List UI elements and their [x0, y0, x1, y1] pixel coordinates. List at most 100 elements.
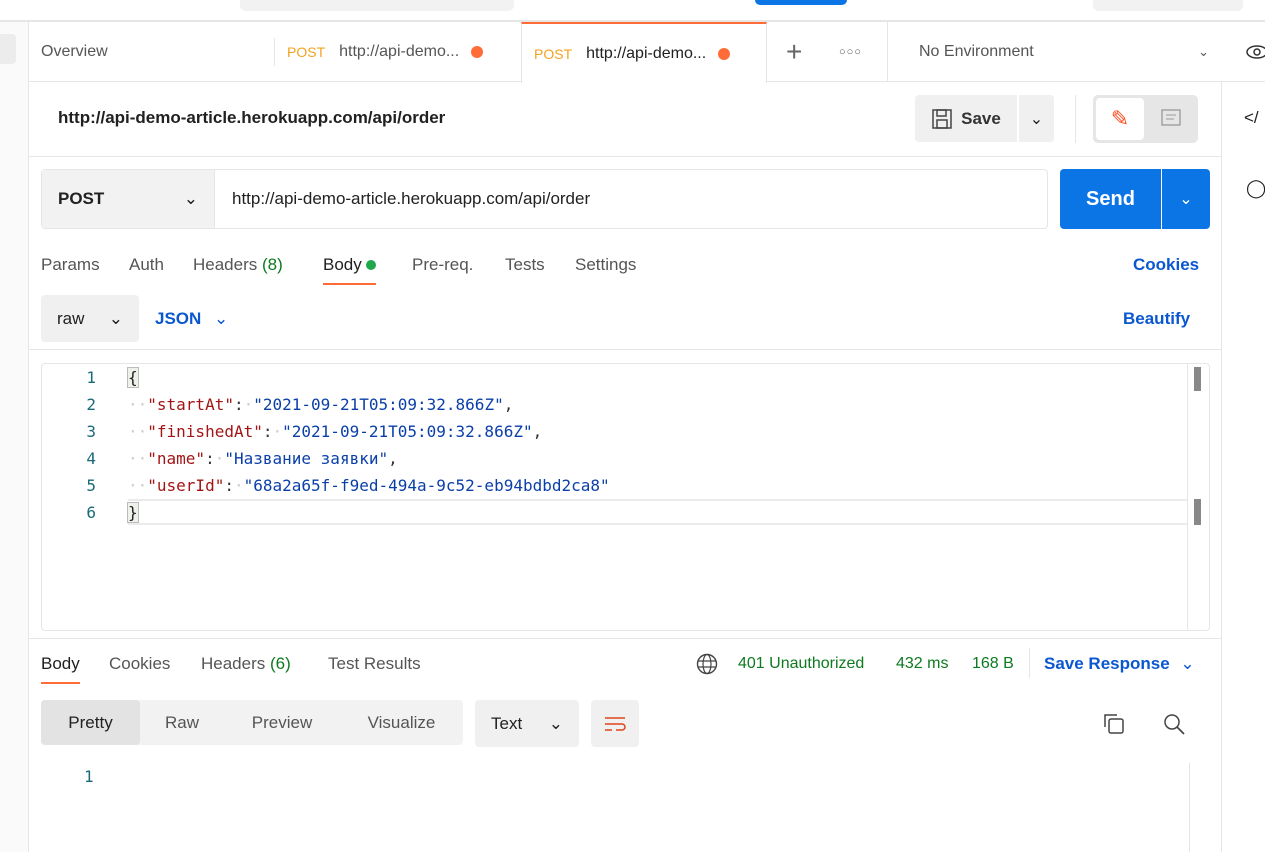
- tab-response-headers[interactable]: Headers (6): [201, 654, 291, 674]
- request-title[interactable]: http://api-demo-article.herokuapp.com/ap…: [58, 108, 445, 128]
- count-badge: (8): [262, 255, 283, 274]
- chevron-down-icon: ⌄: [548, 713, 563, 733]
- globe-icon[interactable]: [696, 653, 718, 680]
- lightbulb-icon[interactable]: ◯: [1246, 178, 1265, 199]
- json-value: "2021-09-21T05:09:32.866Z": [253, 395, 504, 414]
- line-number: 1: [84, 767, 94, 786]
- tab-test-results[interactable]: Test Results: [328, 654, 421, 674]
- copy-icon[interactable]: [1103, 713, 1125, 740]
- view-visualize[interactable]: Visualize: [340, 700, 463, 745]
- line-number: 1: [86, 368, 96, 387]
- tab-headers[interactable]: Headers (8): [193, 255, 283, 275]
- tab-bar: Overview POST http://api-demo... POST http…: [29, 22, 1265, 83]
- code-line[interactable]: ··"startAt":·"2021-09-21T05:09:32.866Z",: [128, 395, 513, 414]
- method-select[interactable]: POST ⌄: [42, 170, 215, 228]
- right-sidebar: </ ◯: [1221, 82, 1265, 852]
- chevron-down-icon: ⌄: [1029, 110, 1044, 128]
- more-tabs-icon[interactable]: ○○○: [839, 22, 862, 82]
- save-button[interactable]: Save: [915, 95, 1017, 142]
- upgrade-button[interactable]: [755, 0, 847, 5]
- divider: [29, 156, 1221, 157]
- comment-icon[interactable]: [1147, 98, 1195, 140]
- divider: [1075, 95, 1076, 143]
- chevron-down-icon: ⌄: [1180, 654, 1195, 673]
- eye-icon[interactable]: [1245, 22, 1265, 82]
- url-input[interactable]: http://api-demo-article.herokuapp.com/ap…: [232, 189, 590, 209]
- cookies-link[interactable]: Cookies: [1133, 255, 1199, 275]
- tab-tests[interactable]: Tests: [505, 255, 545, 275]
- environment-select[interactable]: No Environment ⌄: [919, 22, 1209, 82]
- tab-auth[interactable]: Auth: [129, 255, 164, 275]
- scrollbar-thumb[interactable]: [1194, 367, 1201, 391]
- format-select[interactable]: JSON ⌄: [155, 309, 228, 329]
- line-number: 6: [86, 503, 96, 522]
- code-line[interactable]: }: [127, 502, 139, 523]
- tab-prereq[interactable]: Pre-req.: [412, 255, 473, 275]
- tab-params[interactable]: Params: [41, 255, 100, 275]
- scrollbar-track[interactable]: [1189, 763, 1190, 852]
- tab-label: Headers: [201, 654, 266, 673]
- view-raw[interactable]: Raw: [140, 700, 224, 745]
- divider: [887, 22, 888, 82]
- method-tag: POST: [534, 45, 573, 62]
- wrap-lines-icon[interactable]: [591, 700, 639, 747]
- tab-label: http://api-demo...: [586, 44, 707, 62]
- brace: {: [127, 367, 139, 388]
- view-pretty[interactable]: Pretty: [41, 700, 140, 745]
- response-type-select[interactable]: Text ⌄: [475, 700, 579, 747]
- response-size[interactable]: 168 B: [972, 655, 1014, 673]
- code-line[interactable]: ··"name":·"Название заявки",: [128, 449, 398, 468]
- search-bar[interactable]: [240, 0, 514, 11]
- current-line-highlight: [128, 499, 1188, 525]
- indent-whitespace: ··: [128, 422, 148, 441]
- line-number: 4: [86, 449, 96, 468]
- tab-settings[interactable]: Settings: [575, 255, 636, 275]
- tab-request-1[interactable]: POST http://api-demo...: [287, 22, 484, 82]
- line-number: 5: [86, 476, 96, 495]
- tab-label: Body: [323, 255, 362, 274]
- save-response-label: Save Response: [1044, 654, 1170, 673]
- body-mode-select[interactable]: raw ⌄: [41, 295, 139, 342]
- view-preview[interactable]: Preview: [224, 700, 340, 745]
- format-label: JSON: [155, 309, 202, 328]
- save-dropdown-button[interactable]: ⌄: [1019, 95, 1054, 142]
- left-sidebar: [0, 22, 29, 852]
- indent-whitespace: ··: [128, 449, 148, 468]
- tab-overview[interactable]: Overview: [41, 22, 108, 82]
- unsaved-dot-icon: [471, 46, 484, 58]
- new-tab-icon[interactable]: +: [786, 22, 802, 82]
- colon: :: [233, 395, 244, 414]
- save-response-button[interactable]: Save Response ⌄: [1044, 654, 1195, 674]
- comma: ,: [503, 395, 514, 414]
- divider: [29, 349, 1221, 350]
- scrollbar-thumb[interactable]: [1194, 499, 1201, 525]
- save-label: Save: [961, 108, 1001, 128]
- indent-whitespace: ··: [128, 395, 148, 414]
- type-label: Text: [491, 713, 523, 733]
- tab-body[interactable]: Body: [323, 255, 377, 285]
- sidebar-button[interactable]: [0, 34, 16, 64]
- tab-response-cookies[interactable]: Cookies: [109, 654, 170, 674]
- method-tag: POST: [287, 44, 326, 60]
- whitespace: ·: [272, 422, 283, 441]
- code-line[interactable]: ··"finishedAt":·"2021-09-21T05:09:32.866…: [128, 422, 542, 441]
- line-number: 3: [86, 422, 96, 441]
- send-button[interactable]: Send: [1060, 169, 1161, 229]
- unsaved-dot-icon: [718, 47, 731, 60]
- scrollbar-track[interactable]: [1187, 364, 1188, 630]
- code-line[interactable]: {: [127, 367, 139, 388]
- code-icon[interactable]: </: [1244, 108, 1259, 128]
- workspace-controls[interactable]: [1093, 0, 1243, 11]
- send-dropdown-button[interactable]: ⌄: [1162, 169, 1210, 229]
- code-line[interactable]: ··"userId":·"68a2a65f-f9ed-494a-9c52-eb9…: [128, 476, 610, 495]
- search-icon[interactable]: [1163, 713, 1185, 740]
- tab-request-2-active[interactable]: POST http://api-demo...: [521, 22, 767, 83]
- tab-response-body[interactable]: Body: [41, 654, 80, 684]
- json-key: "finishedAt": [147, 422, 263, 441]
- status-code[interactable]: 401 Unauthorized: [738, 655, 864, 673]
- divider: [29, 638, 1221, 639]
- edit-pencil-icon[interactable]: ✎: [1096, 98, 1144, 140]
- beautify-button[interactable]: Beautify: [1123, 309, 1190, 329]
- chevron-down-icon: ⌄: [1198, 44, 1209, 59]
- response-time[interactable]: 432 ms: [896, 655, 948, 673]
